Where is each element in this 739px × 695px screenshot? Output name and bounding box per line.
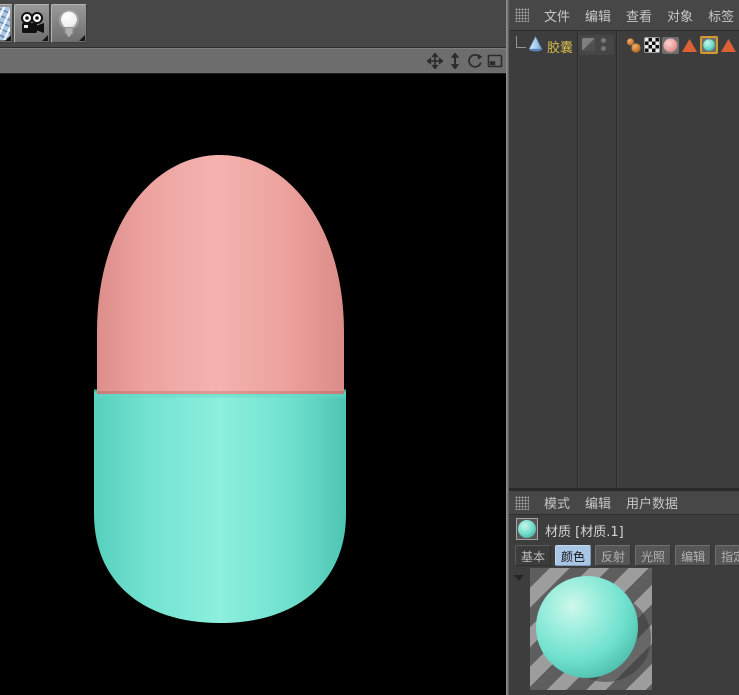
visibility-toggles xyxy=(579,35,614,55)
cinema4d-window: 文件 编辑 查看 对象 标签 书签 xyxy=(0,0,739,695)
capsule-object[interactable] xyxy=(0,74,508,695)
right-panel: 文件 编辑 查看 对象 标签 书签 xyxy=(509,0,739,695)
selection-tag-icon[interactable] xyxy=(720,37,737,54)
menu-user-data[interactable]: 用户数据 xyxy=(626,493,678,512)
material-thumbnail-icon[interactable] xyxy=(516,518,538,540)
attribute-manager: 模式 编辑 用户数据 材质 [材质.1] 基本 颜色 反射 光照 编辑 指定 xyxy=(509,491,739,695)
camera-tool-button[interactable] xyxy=(14,4,50,43)
grip-icon[interactable] xyxy=(515,496,529,510)
menu-object[interactable]: 对象 xyxy=(667,6,693,25)
grid-plane-tool-button[interactable] xyxy=(0,4,13,43)
3d-viewport[interactable] xyxy=(0,74,508,695)
attribute-tabs: 基本 颜色 反射 光照 编辑 指定 xyxy=(509,545,739,566)
viewport-header-bar xyxy=(0,48,508,74)
material-title: 材质 [材质.1] xyxy=(545,521,624,540)
teal-material-tag-icon-selected[interactable] xyxy=(700,36,718,54)
phong-tag-icon[interactable] xyxy=(625,37,642,54)
tree-branch-line xyxy=(516,36,526,48)
object-manager-menubar: 文件 编辑 查看 对象 标签 书签 xyxy=(509,0,739,31)
object-tree[interactable]: 胶囊 xyxy=(509,31,739,488)
material-header-row: 材质 [材质.1] xyxy=(509,517,739,543)
tab-editor[interactable]: 编辑 xyxy=(675,545,711,566)
collapse-arrow-icon[interactable] xyxy=(514,575,524,581)
rotate-icon[interactable] xyxy=(467,53,483,69)
uvw-tag-icon[interactable] xyxy=(644,37,660,53)
capsule-object-icon xyxy=(527,35,544,53)
selection-tag-icon[interactable] xyxy=(681,37,698,54)
tab-color[interactable]: 颜色 xyxy=(555,545,591,566)
tab-assign[interactable]: 指定 xyxy=(715,545,739,566)
menu-view[interactable]: 查看 xyxy=(626,6,652,25)
top-toolbar xyxy=(0,0,508,48)
camera-icon xyxy=(18,11,46,37)
tab-basic[interactable]: 基本 xyxy=(515,545,551,566)
pink-material-tag-icon[interactable] xyxy=(662,37,679,54)
menu-file[interactable]: 文件 xyxy=(544,6,570,25)
tab-reflectance[interactable]: 反射 xyxy=(595,545,631,566)
submenu-corner-icon xyxy=(79,35,85,41)
grip-icon[interactable] xyxy=(515,8,529,22)
light-bulb-icon xyxy=(56,9,82,39)
light-tool-button[interactable] xyxy=(51,4,87,43)
object-name[interactable]: 胶囊 xyxy=(547,37,573,56)
material-preview-sphere xyxy=(530,568,652,690)
pan-icon[interactable] xyxy=(427,53,443,69)
maximize-icon[interactable] xyxy=(487,53,503,69)
submenu-corner-icon xyxy=(42,35,48,41)
render-visibility-dot[interactable] xyxy=(601,46,606,51)
attribute-manager-menubar: 模式 编辑 用户数据 xyxy=(509,491,739,515)
tab-illumination[interactable]: 光照 xyxy=(635,545,671,566)
menu-tags[interactable]: 标签 xyxy=(708,6,734,25)
menu-edit[interactable]: 编辑 xyxy=(585,6,611,25)
column-separator xyxy=(577,31,578,488)
layer-slash-icon[interactable] xyxy=(582,38,595,51)
editor-visibility-dot[interactable] xyxy=(601,38,606,43)
tag-strip xyxy=(625,34,737,56)
submenu-corner-icon xyxy=(5,35,11,41)
menu-mode[interactable]: 模式 xyxy=(544,493,570,512)
object-row-capsule[interactable]: 胶囊 xyxy=(509,33,739,57)
material-preview[interactable] xyxy=(530,568,652,690)
menu-edit[interactable]: 编辑 xyxy=(585,493,611,512)
viewport-nav-controls xyxy=(427,53,503,69)
dolly-icon[interactable] xyxy=(447,53,463,69)
column-separator xyxy=(616,31,617,488)
